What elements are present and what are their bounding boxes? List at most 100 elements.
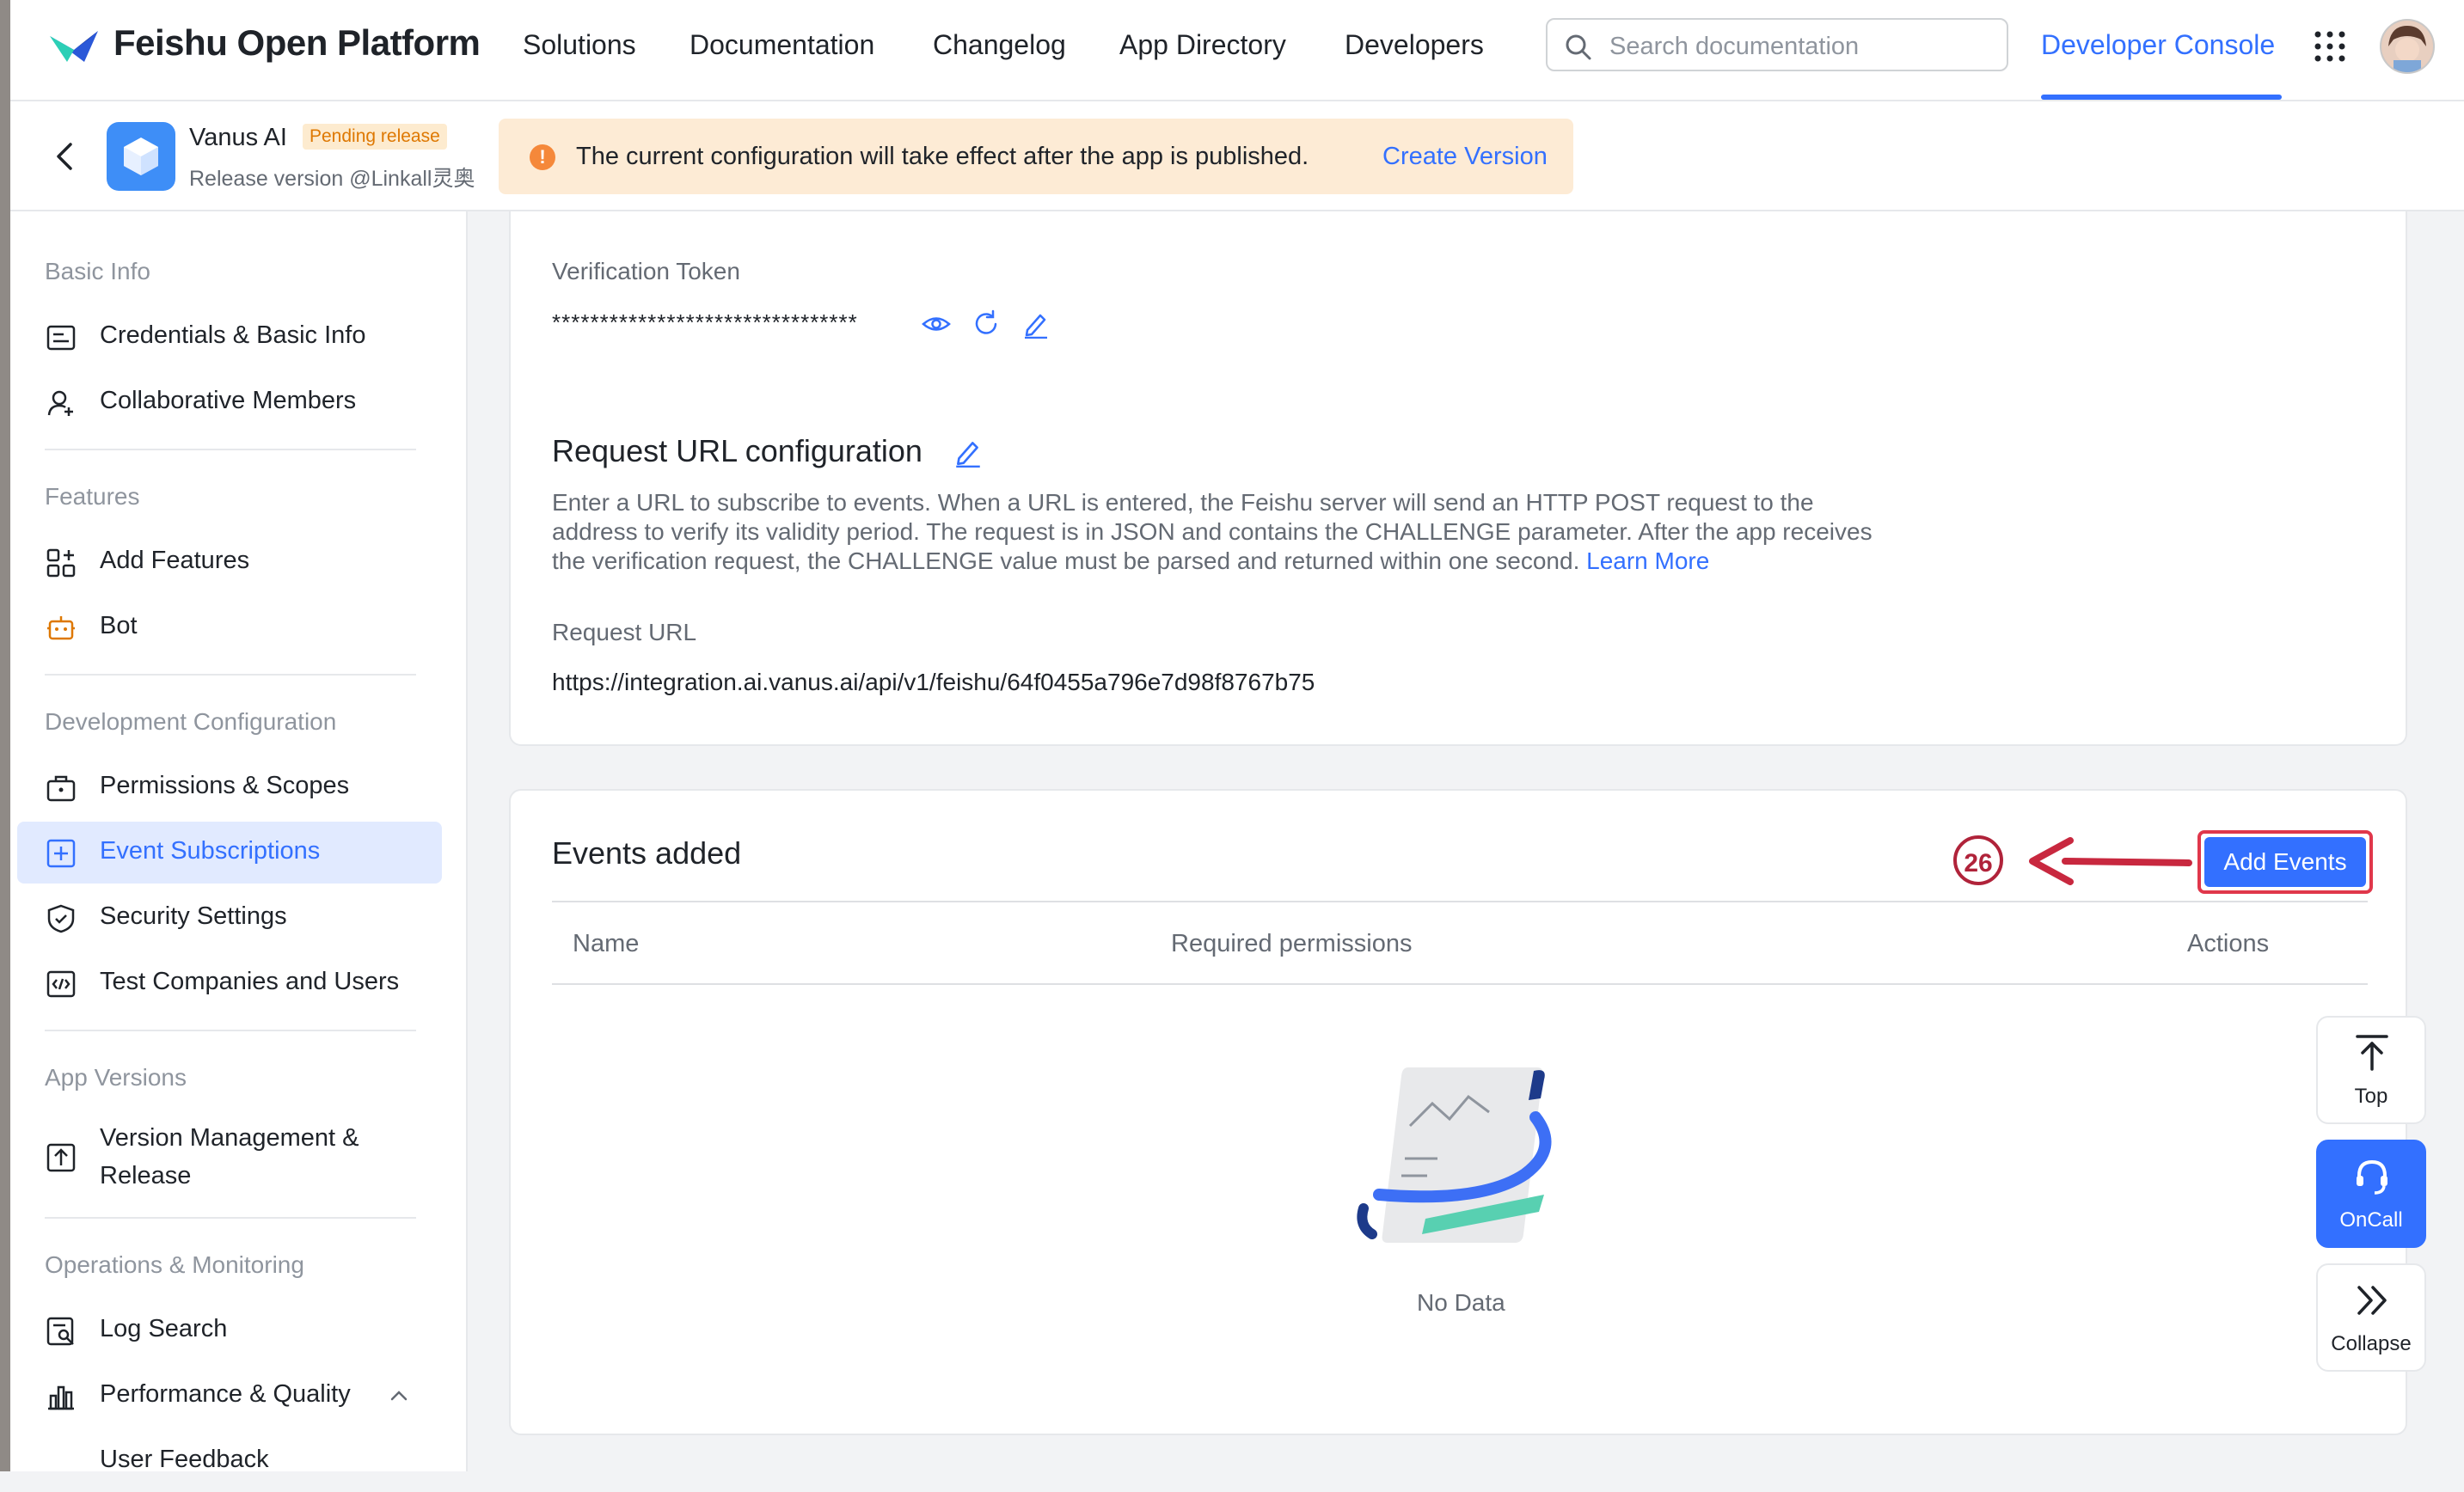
section-title-features: Features — [45, 483, 140, 510]
verification-token-value: ******************************** — [552, 309, 858, 335]
sidebar-item-label: Performance & Quality — [100, 1380, 351, 1408]
sidebar-item-label: Version Management & — [100, 1124, 359, 1152]
sidebar-item-permissions[interactable]: Permissions & Scopes — [17, 756, 442, 818]
chevron-left-icon[interactable] — [48, 139, 83, 174]
sidebar-item-label: Event Subscriptions — [100, 837, 321, 865]
apps-grid-icon[interactable] — [2313, 29, 2347, 64]
float-label: Collapse — [2331, 1332, 2412, 1355]
search-icon — [1566, 34, 1591, 60]
log-search-icon — [46, 1317, 74, 1346]
add-events-button[interactable]: Add Events — [2204, 837, 2366, 887]
empty-state-illustration-icon — [1357, 1067, 1552, 1243]
chevron-up-icon[interactable] — [389, 1387, 409, 1404]
release-version: Release version @Linkall灵奥 — [189, 167, 475, 191]
divider — [45, 1030, 416, 1031]
learn-more-link[interactable]: Learn More — [1586, 547, 1709, 574]
sidebar-item-security-settings[interactable]: Security Settings — [17, 887, 442, 949]
sidebar-item-label: Bot — [100, 612, 138, 639]
no-data-text: No Data — [1417, 1289, 1505, 1316]
cube-icon — [124, 138, 158, 175]
feishu-logo-icon — [50, 31, 98, 62]
divider — [45, 1217, 416, 1219]
nav-documentation[interactable]: Documentation — [690, 29, 874, 61]
column-header-name: Name — [573, 930, 640, 957]
briefcase-icon — [46, 775, 76, 802]
search-input[interactable] — [1608, 28, 1989, 64]
avatar-illustration-icon — [2381, 21, 2433, 72]
sidebar-item-label: Add Features — [100, 547, 250, 574]
events-added-title: Events added — [552, 835, 742, 871]
sidebar-item-label: Credentials & Basic Info — [100, 321, 366, 349]
sidebar-item-label: Test Companies and Users — [100, 968, 400, 995]
table-top-border — [552, 901, 2368, 902]
sidebar-item-add-features[interactable]: Add Features — [17, 531, 442, 593]
headset-icon — [2357, 1159, 2387, 1195]
bar-chart-icon — [48, 1385, 74, 1410]
upload-icon — [46, 1143, 76, 1172]
sidebar-item-bot[interactable]: Bot — [17, 596, 442, 658]
event-icon — [46, 839, 76, 868]
developer-console-link[interactable]: Developer Console — [2041, 29, 2275, 61]
edit-icon[interactable] — [1021, 309, 1051, 339]
arrow-left-icon — [2029, 837, 2192, 885]
nav-solutions[interactable]: Solutions — [523, 29, 636, 61]
section-title-operations: Operations & Monitoring — [45, 1251, 304, 1278]
float-label: Top — [2354, 1085, 2388, 1108]
request-url-description: Enter a URL to subscribe to events. When… — [552, 488, 1962, 576]
nav-developers[interactable]: Developers — [1345, 29, 1484, 61]
request-url-label: Request URL — [552, 619, 697, 645]
window-edge — [0, 0, 10, 1471]
sidebar-item-event-subscriptions[interactable]: Event Subscriptions — [17, 822, 442, 884]
eye-icon[interactable] — [922, 309, 951, 339]
description-line: the verification request, the CHALLENGE … — [552, 547, 1962, 576]
sidebar-item-label-line2: Release — [100, 1162, 192, 1189]
section-title-app-versions: App Versions — [45, 1064, 187, 1091]
sidebar-item-version-management[interactable]: Version Management & Release — [17, 1116, 442, 1198]
verification-token-label: Verification Token — [552, 258, 740, 284]
app-header: Vanus AI Pending release Release version… — [10, 101, 2464, 211]
add-member-icon — [47, 390, 73, 416]
sidebar-item-test-companies[interactable]: Test Companies and Users — [17, 952, 442, 1014]
app-name: Vanus AI — [189, 124, 287, 151]
sidebar-item-label: Security Settings — [100, 902, 287, 930]
nav-changelog[interactable]: Changelog — [933, 29, 1066, 61]
oncall-button[interactable]: OnCall — [2316, 1140, 2426, 1248]
sidebar-item-log-search[interactable]: Log Search — [17, 1299, 442, 1361]
code-box-icon — [46, 970, 76, 998]
divider — [45, 674, 416, 676]
sidebar-item-label: Permissions & Scopes — [100, 772, 350, 799]
back-to-top-button[interactable]: Top — [2316, 1016, 2426, 1124]
column-header-required-permissions: Required permissions — [1171, 930, 1413, 957]
id-card-icon — [46, 325, 76, 351]
create-version-link[interactable]: Create Version — [1382, 143, 1548, 171]
request-url-card: Verification Token *********************… — [509, 211, 2407, 746]
description-text: the verification request, the CHALLENGE … — [552, 547, 1580, 574]
avatar[interactable] — [2380, 19, 2435, 74]
float-label: OnCall — [2339, 1208, 2403, 1232]
table-header-border — [552, 983, 2368, 985]
shield-icon — [47, 904, 75, 933]
publish-notice: ! The current configuration will take ef… — [499, 119, 1573, 194]
sidebar-item-collaborative-members[interactable]: Collaborative Members — [17, 371, 442, 433]
sidebar-item-performance-quality[interactable]: Performance & Quality — [17, 1365, 442, 1427]
warning-icon: ! — [530, 144, 555, 170]
search-box[interactable] — [1546, 18, 2008, 71]
edit-icon[interactable] — [953, 437, 984, 468]
section-title-development-configuration: Development Configuration — [45, 708, 337, 735]
status-badge: Pending release — [303, 124, 447, 150]
top-navbar: Feishu Open Platform Solutions Documenta… — [10, 0, 2464, 101]
sidebar-item-label: Log Search — [100, 1315, 228, 1342]
collapse-button[interactable]: Collapse — [2316, 1263, 2426, 1372]
column-header-actions: Actions — [2187, 930, 2270, 957]
sidebar-item-label: User Feedback — [100, 1446, 269, 1473]
divider — [45, 449, 416, 450]
sidebar-item-user-feedback[interactable]: User Feedback — [17, 1430, 442, 1492]
nav-app-directory[interactable]: App Directory — [1119, 29, 1286, 61]
events-added-card: Events added 26 Add Events Name Required… — [509, 789, 2407, 1435]
section-title-basic-info: Basic Info — [45, 258, 150, 284]
double-chevron-right-icon — [2357, 1286, 2387, 1315]
brand-name[interactable]: Feishu Open Platform — [113, 22, 481, 64]
sidebar-item-credentials[interactable]: Credentials & Basic Info — [17, 306, 442, 368]
apps-add-icon — [46, 548, 76, 578]
refresh-icon[interactable] — [972, 309, 1001, 339]
